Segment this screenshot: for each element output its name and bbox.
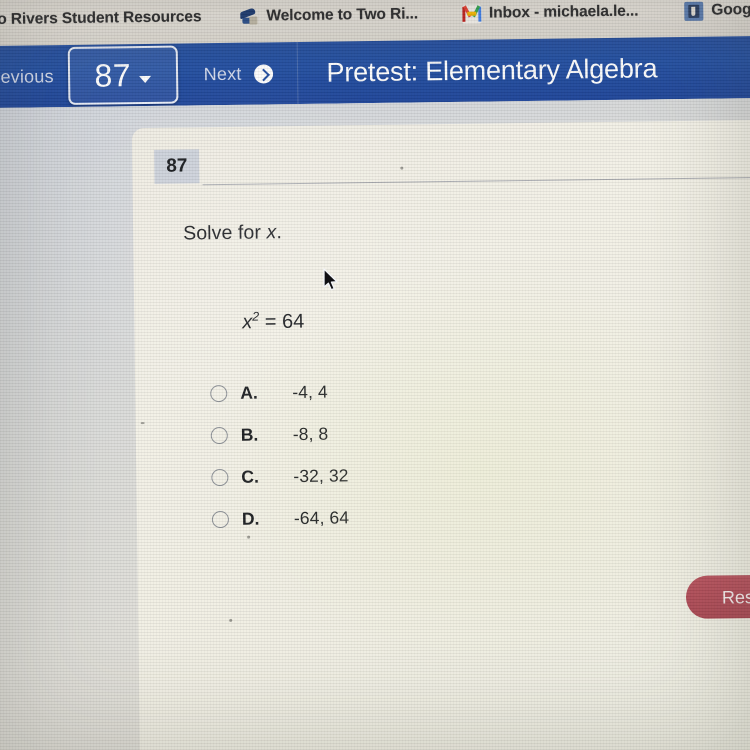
browser-tab-gmail-inbox[interactable]: Inbox - michaela.le... [452, 0, 649, 40]
radio-button-icon[interactable] [211, 510, 230, 528]
answer-choice-b[interactable]: B. -8, 8 [210, 409, 642, 457]
browser-tab-two-rivers-resources[interactable]: wo Rivers Student Resources [0, 0, 212, 46]
browser-tab-label: Google [711, 0, 750, 19]
answer-choice-text: -32, 32 [293, 464, 349, 486]
reset-button[interactable]: Reset [685, 574, 750, 619]
radio-button-icon[interactable] [211, 468, 229, 486]
question-prompt-suffix: . [276, 221, 283, 244]
equation-variable: x [242, 311, 253, 334]
assessment-nav-bar: Previous 87 Next Pretest: Elementary Alg… [0, 35, 750, 109]
question-number-value: 87 [94, 56, 132, 94]
radio-button-icon[interactable] [210, 384, 228, 402]
answer-choice-text: -64, 64 [293, 506, 350, 528]
next-question-label: Next [203, 63, 242, 84]
arrow-right-circle-icon [254, 63, 274, 84]
question-prompt: Solve for x. [183, 221, 282, 245]
assessment-title: Pretest: Elementary Algebra [326, 52, 658, 88]
page-body: 87 Solve for x. x2 = 64 A. -4, 4 B. -8, … [0, 97, 750, 750]
answer-choice-text: -4, 4 [292, 381, 328, 402]
screenshot-root: wo Rivers Student Resources Welcome to T… [0, 0, 750, 750]
monitor-photo-frame: wo Rivers Student Resources Welcome to T… [0, 0, 750, 750]
answer-choice-letter: A. [240, 382, 258, 403]
equation-remainder: = 64 [259, 310, 305, 334]
chevron-down-icon [139, 75, 152, 83]
question-card: 87 Solve for x. x2 = 64 A. -4, 4 B. -8, … [131, 119, 750, 750]
browser-tab-label: Welcome to Two Ri... [266, 5, 419, 25]
two-rivers-bird-icon [239, 6, 258, 26]
question-prompt-variable: x [266, 221, 277, 244]
answer-choice-letter: C. [241, 466, 259, 487]
nav-divider [297, 41, 299, 105]
answer-choice-letter: D. [241, 508, 260, 529]
browser-tab-label: wo Rivers Student Resources [0, 8, 202, 29]
gmail-icon [461, 4, 482, 24]
question-number-badge-label: 87 [166, 155, 188, 177]
answer-choice-d[interactable]: D. -64, 64 [211, 493, 643, 541]
answer-choices-list: A. -4, 4 B. -8, 8 C. -32, 32 D. -64, 64 [210, 367, 642, 541]
previous-question-button[interactable]: Previous [0, 66, 54, 88]
answer-choice-c[interactable]: C. -32, 32 [211, 451, 642, 499]
card-divider [202, 176, 750, 186]
question-equation: x2 = 64 [242, 309, 304, 334]
browser-tab-google[interactable]: Google [674, 0, 750, 37]
answer-choice-text: -8, 8 [292, 423, 329, 444]
browser-tab-welcome-two-rivers[interactable]: Welcome to Two Ri... [229, 0, 428, 43]
question-prompt-prefix: Solve for [183, 221, 267, 245]
answer-choice-letter: B. [240, 424, 259, 445]
next-question-button[interactable]: Next [204, 63, 274, 85]
google-square-icon [684, 1, 704, 21]
radio-button-icon[interactable] [210, 426, 228, 444]
answer-choice-a[interactable]: A. -4, 4 [210, 367, 641, 415]
question-number-badge: 87 [154, 149, 200, 184]
question-number-dropdown[interactable]: 87 [67, 45, 179, 106]
browser-tab-label: Inbox - michaela.le... [488, 2, 639, 22]
